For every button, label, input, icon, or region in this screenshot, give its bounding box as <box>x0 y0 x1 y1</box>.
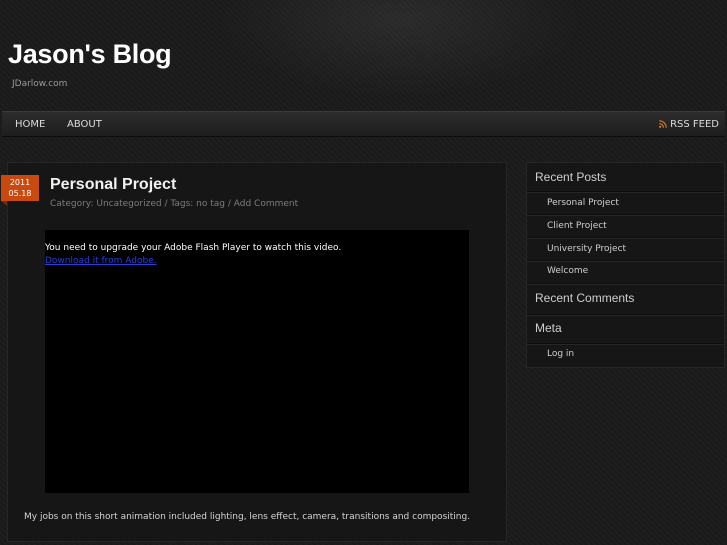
sidebar-divider <box>527 260 724 262</box>
sidebar-divider <box>527 283 724 285</box>
recent-posts-title: Recent Posts <box>535 170 607 184</box>
rss-feed-label: RSS FEED <box>670 119 719 130</box>
meta-separator: / <box>224 199 234 209</box>
sidebar-divider <box>527 214 724 216</box>
download-flash-link[interactable]: Download it from Adobe. <box>45 255 157 267</box>
nav-about-link[interactable]: ABOUT <box>67 112 102 138</box>
post-date-badge: 2011 05.18 <box>1 175 39 206</box>
post-date-year: 2011 <box>9 178 31 187</box>
post-date-day: 05.18 <box>8 189 32 198</box>
recent-post-link[interactable]: Client Project <box>547 221 607 231</box>
post-meta: Category: Uncategorized / Tags: no tag /… <box>50 199 298 209</box>
post-title[interactable]: Personal Project <box>50 176 176 194</box>
sidebar-divider <box>527 314 724 316</box>
rss-feed-link[interactable]: RSS FEED <box>659 112 719 138</box>
category-prefix: Category: <box>50 199 97 209</box>
category-link[interactable]: Uncategorized <box>96 199 161 209</box>
log-in-link[interactable]: Log in <box>547 349 574 359</box>
sidebar-divider <box>527 191 724 193</box>
recent-post-link[interactable]: University Project <box>547 244 626 254</box>
meta-title: Meta <box>535 321 562 335</box>
site-description: JDarlow.com <box>12 79 68 89</box>
recent-post-link[interactable]: Welcome <box>547 266 588 276</box>
date-badge-fold <box>1 201 7 206</box>
post-body: My jobs on this short animation included… <box>24 512 471 522</box>
rss-icon <box>659 113 667 128</box>
site-title[interactable]: Jason's Blog <box>8 37 172 71</box>
tags-prefix: / Tags: <box>161 199 197 209</box>
sidebar-divider <box>527 237 724 239</box>
flash-video-player[interactable]: You need to upgrade your Adobe Flash Pla… <box>45 230 469 493</box>
recent-comments-title: Recent Comments <box>535 291 635 305</box>
nav-home-link[interactable]: HOME <box>15 112 45 138</box>
recent-post-link[interactable]: Personal Project <box>547 198 619 208</box>
main-nav: HOME ABOUT RSS FEED <box>2 111 725 137</box>
add-comment-link[interactable]: Add Comment <box>234 199 298 209</box>
tags-value: no tag <box>196 199 225 209</box>
sidebar-divider <box>527 343 724 345</box>
flash-upgrade-message: You need to upgrade your Adobe Flash Pla… <box>45 243 342 253</box>
